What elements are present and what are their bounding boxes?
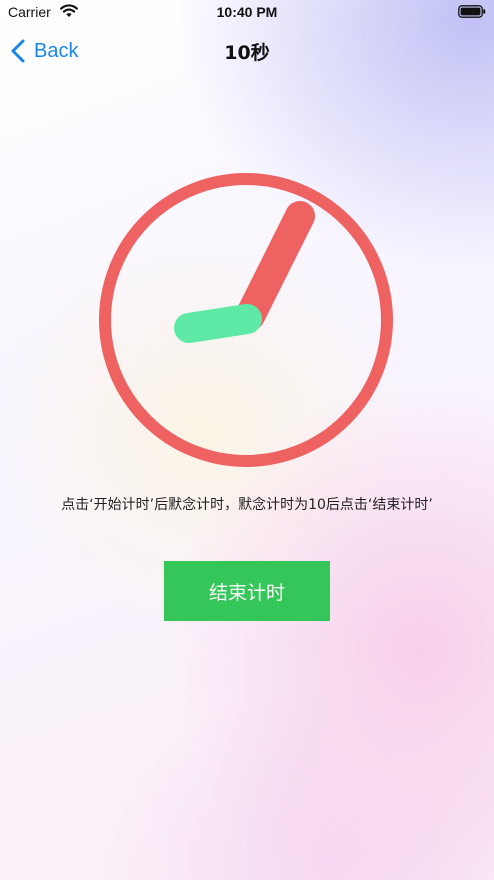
clock-icon	[99, 173, 393, 467]
hour-hand	[174, 304, 262, 343]
page-title: 10秒	[224, 42, 270, 64]
navigation-bar: Back 10秒	[0, 28, 494, 74]
status-time: 10:40 PM	[216, 4, 278, 20]
end-timing-button[interactable]: 结束计时	[164, 561, 330, 621]
minute-hand	[235, 201, 315, 331]
battery-icon	[458, 5, 486, 18]
status-bar: Carrier 10:40 PM	[0, 0, 494, 26]
instruction-text: 点击‘开始计时’后默念计时，默念计时为10后点击‘结束计时’	[61, 497, 433, 513]
